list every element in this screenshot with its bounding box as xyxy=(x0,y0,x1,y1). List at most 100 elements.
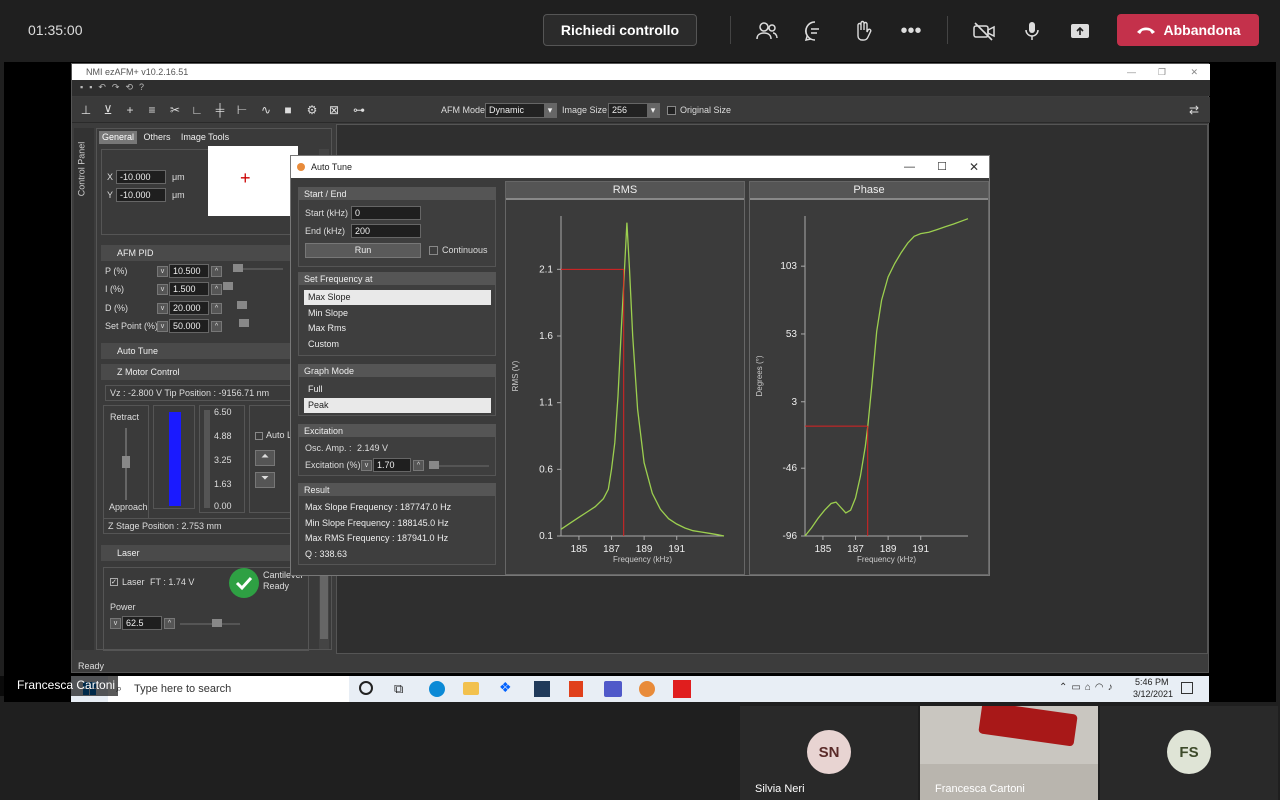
app-red-icon[interactable] xyxy=(673,680,691,698)
angle-tool-icon[interactable]: ∟ xyxy=(189,102,205,118)
power-slider[interactable] xyxy=(180,623,240,625)
i-input[interactable]: 1.500 xyxy=(169,282,209,296)
z-motor-header[interactable]: Z Motor Control xyxy=(101,364,291,380)
power-slider-thumb[interactable] xyxy=(212,619,222,627)
cut-tool-icon[interactable]: ✂ xyxy=(167,102,183,118)
afm-mode-select[interactable]: Dynamic ▾ xyxy=(485,103,557,118)
setpoint-input[interactable]: 50.000 xyxy=(169,319,209,333)
end-input[interactable]: 200 xyxy=(351,224,421,238)
rms-chart[interactable]: 2.1 1.6 1.1 0.6 0.1 185 187 189 191Frequency (kH… xyxy=(506,202,744,574)
i-down[interactable]: v xyxy=(157,284,168,295)
control-panel-tab[interactable]: Control Panel xyxy=(76,142,86,197)
option-full[interactable]: Full xyxy=(304,382,491,397)
up-arrow-button[interactable]: ⏶ xyxy=(255,450,275,466)
leave-button[interactable]: Abbandona xyxy=(1117,14,1259,46)
share-screen-icon[interactable] xyxy=(1067,18,1093,44)
participant-video-tile[interactable]: Francesca Cartoni xyxy=(920,706,1098,800)
participants-icon[interactable] xyxy=(754,18,780,44)
option-max-slope[interactable]: Max Slope xyxy=(304,290,491,305)
request-control-button[interactable]: Richiedi controllo xyxy=(543,14,697,46)
terminal-icon[interactable] xyxy=(534,681,550,697)
teams-icon[interactable] xyxy=(604,681,622,697)
laser-checkbox[interactable]: ✓ xyxy=(110,578,118,586)
d-slider-thumb[interactable] xyxy=(237,301,247,309)
excitation-down[interactable]: v xyxy=(361,460,372,471)
auto-level-checkbox[interactable] xyxy=(255,432,263,440)
edge-icon[interactable] xyxy=(429,681,445,697)
minimize-icon[interactable]: — xyxy=(1127,64,1136,80)
quick-icons[interactable]: ▪▪↶↷⟲? xyxy=(80,82,150,93)
camera-tool-icon[interactable]: ■ xyxy=(280,102,296,118)
image-size-select[interactable]: 256 ▾ xyxy=(608,103,660,118)
grid-tool-icon[interactable]: ╪ xyxy=(212,102,228,118)
zoom-tool-icon[interactable]: ⊻ xyxy=(100,102,116,118)
p-slider-thumb[interactable] xyxy=(233,264,243,272)
layout-icon[interactable]: ⇄ xyxy=(1186,102,1202,118)
notification-icon[interactable] xyxy=(1181,682,1193,694)
file-explorer-icon[interactable] xyxy=(463,682,479,695)
i-up[interactable]: ^ xyxy=(211,284,222,295)
task-view-icon[interactable]: ⧉ xyxy=(394,681,403,697)
original-size-checkbox[interactable] xyxy=(667,106,676,115)
scan-preview[interactable]: + xyxy=(208,146,298,216)
power-down[interactable]: v xyxy=(110,618,121,629)
microphone-icon[interactable] xyxy=(1019,18,1045,44)
tab-general[interactable]: General xyxy=(99,131,137,144)
office-icon[interactable] xyxy=(569,681,583,697)
taskbar-search-box[interactable]: ⌕ Type here to search xyxy=(108,676,349,702)
p-input[interactable]: 10.500 xyxy=(169,264,209,278)
minimize-icon[interactable]: — xyxy=(904,156,915,178)
d-up[interactable]: ^ xyxy=(211,303,222,314)
down-arrow-button[interactable]: ⏷ xyxy=(255,472,275,488)
chart-tool-icon[interactable]: ⊥ xyxy=(78,102,94,118)
participant-tile[interactable]: FS xyxy=(1100,706,1278,800)
x-input[interactable]: -10.000 xyxy=(116,170,166,184)
more-icon[interactable]: ••• xyxy=(898,18,924,44)
camera-off-icon[interactable] xyxy=(971,18,997,44)
option-min-slope[interactable]: Min Slope xyxy=(304,306,491,321)
setpoint-up[interactable]: ^ xyxy=(211,321,222,332)
setpoint-slider-thumb[interactable] xyxy=(239,319,249,327)
settings-tool-icon[interactable]: ⚙ xyxy=(304,102,320,118)
p-down[interactable]: v xyxy=(157,266,168,277)
run-button[interactable]: Run xyxy=(305,243,421,258)
p-up[interactable]: ^ xyxy=(211,266,222,277)
toggle-tool-icon[interactable]: ⊶ xyxy=(348,102,370,118)
option-max-rms[interactable]: Max Rms xyxy=(304,321,491,336)
y-input[interactable]: -10.000 xyxy=(116,188,166,202)
option-peak[interactable]: Peak xyxy=(304,398,491,413)
level-tool-icon[interactable]: ≡ xyxy=(144,102,160,118)
excitation-slider-thumb[interactable] xyxy=(429,461,439,469)
reactions-icon[interactable] xyxy=(850,18,876,44)
tab-others[interactable]: Others xyxy=(141,131,173,144)
z-motor-slider-thumb[interactable] xyxy=(122,456,130,468)
wave-tool-icon[interactable]: ∿ xyxy=(258,102,274,118)
dropbox-icon[interactable]: ❖ xyxy=(499,679,512,696)
close-icon[interactable]: ✕ xyxy=(1190,64,1198,80)
d-down[interactable]: v xyxy=(157,303,168,314)
excitation-up[interactable]: ^ xyxy=(413,460,424,471)
excitation-input[interactable]: 1.70 xyxy=(373,458,411,472)
auto-tune-header[interactable]: Auto Tune xyxy=(101,343,291,359)
tab-image-tools[interactable]: Image Tools xyxy=(177,131,233,144)
export-tool-icon[interactable]: ⊠ xyxy=(326,102,342,118)
control-panel-sidebar[interactable]: Control Panel xyxy=(74,128,94,650)
phase-chart[interactable]: 103 53 3 -46 -96 185 187 189 191Frequency (kHz) D… xyxy=(750,202,988,574)
power-up[interactable]: ^ xyxy=(164,618,175,629)
power-input[interactable]: 62.5 xyxy=(122,616,162,630)
i-slider-thumb[interactable] xyxy=(223,282,233,290)
laser-header[interactable]: Laser xyxy=(101,545,291,561)
maximize-icon[interactable]: ☐ xyxy=(937,156,947,178)
afm-pid-header[interactable]: AFM PID xyxy=(101,245,291,261)
line-tool-icon[interactable]: ⊢ xyxy=(234,102,250,118)
ezafm-taskbar-icon[interactable] xyxy=(639,681,655,697)
chat-icon[interactable] xyxy=(802,18,828,44)
start-input[interactable]: 0 xyxy=(351,206,421,220)
restore-icon[interactable]: ❐ xyxy=(1158,64,1166,80)
retract-approach-control[interactable]: Retract Approach xyxy=(103,405,149,519)
close-icon[interactable]: ✕ xyxy=(969,156,979,178)
tray-icons[interactable]: ⌃▭⌂◠♪ xyxy=(1059,682,1117,693)
option-custom[interactable]: Custom xyxy=(304,337,491,352)
continuous-checkbox[interactable] xyxy=(429,246,438,255)
cortana-icon[interactable] xyxy=(359,681,373,695)
